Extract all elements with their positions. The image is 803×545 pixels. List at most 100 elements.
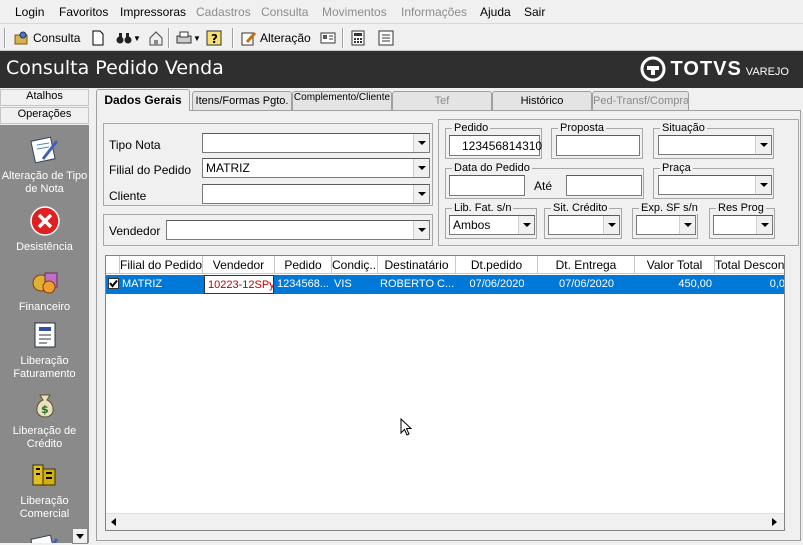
cliente-select[interactable] <box>202 184 430 204</box>
tipo-nota-select[interactable] <box>202 133 430 153</box>
pedido-input[interactable]: 123456814310 <box>449 135 542 156</box>
res-prog-group: Res Prog <box>709 202 775 239</box>
toolbar: Consulta ▼ ▼ ? Alteração <box>0 25 803 51</box>
operacoes-header[interactable]: Operações <box>0 107 89 124</box>
toolbar-separator <box>232 28 234 48</box>
binoculars-icon <box>116 30 132 46</box>
orders-grid: Filial do Pedido Vendedor Pedido Condiç.… <box>105 255 785 531</box>
consulta-label: Consulta <box>33 31 81 45</box>
chevron-down-icon[interactable] <box>413 134 429 152</box>
menu-cadastros[interactable]: Cadastros <box>196 5 251 19</box>
money-bag-icon: $ <box>29 389 61 421</box>
list-button[interactable] <box>378 28 394 48</box>
sidebar-item-liberacao-faturamento[interactable]: Liberação Faturamento <box>0 319 89 389</box>
tab-itens-formas-pgto[interactable]: Itens/Formas Pgto. <box>192 91 292 111</box>
chevron-down-icon[interactable] <box>413 185 429 203</box>
sidebar-scroll-down-button[interactable] <box>72 528 88 544</box>
chevron-down-icon[interactable] <box>413 159 429 177</box>
new-document-button[interactable] <box>90 28 106 48</box>
lib-fat-select[interactable]: Ambos <box>449 215 535 235</box>
menu-bar: Login Favoritos Impressoras Cadastros Co… <box>0 0 803 24</box>
cancel-icon <box>29 205 61 237</box>
chevron-down-icon[interactable] <box>756 216 772 234</box>
res-prog-select[interactable] <box>713 215 773 235</box>
chevron-down-icon[interactable] <box>518 216 534 234</box>
help-button[interactable]: ? <box>206 28 222 48</box>
search-button[interactable]: ▼ <box>116 28 141 48</box>
tab-historico[interactable]: Histórico <box>492 91 592 111</box>
print-button[interactable]: ▼ <box>176 28 201 48</box>
grid-header-total-desconto[interactable]: Total Desconto <box>715 256 784 274</box>
res-prog-label: Res Prog <box>716 202 766 214</box>
grid-header-destinatario[interactable]: Destinatário <box>378 256 456 274</box>
proposta-group: Proposta <box>551 122 643 159</box>
data-pedido-input[interactable] <box>449 175 525 196</box>
table-row[interactable]: MATRIZ 10223-12SPy 1234568... VIS ROBERT… <box>106 275 784 294</box>
grid-header-condicao[interactable]: Condiç... <box>332 256 378 274</box>
exp-sf-select[interactable] <box>636 215 696 235</box>
card-button[interactable] <box>320 28 336 48</box>
scroll-left-button[interactable] <box>108 516 121 529</box>
praca-label: Praça <box>660 162 693 174</box>
page-title: Consulta Pedido Venda <box>6 57 224 79</box>
sidebar-item-desistencia[interactable]: Desistência <box>0 203 89 259</box>
calculator-button[interactable] <box>350 28 366 48</box>
grid-header-indicator <box>106 256 120 274</box>
chevron-down-icon[interactable] <box>679 216 695 234</box>
menu-impressoras[interactable]: Impressoras <box>120 5 186 19</box>
chevron-down-icon[interactable] <box>413 221 429 239</box>
menu-movimentos[interactable]: Movimentos <box>322 5 387 19</box>
chevron-right-icon <box>772 518 777 526</box>
grid-header-valor-total[interactable]: Valor Total <box>635 256 715 274</box>
menu-login[interactable]: Login <box>15 5 44 19</box>
tab-tef[interactable]: Tef <box>392 91 492 111</box>
proposta-input[interactable] <box>556 135 640 156</box>
vendedor-group: Vendedor <box>103 214 433 246</box>
sidebar-item-alteracao-tipo-nota[interactable]: Alteração de Tipo de Nota <box>0 129 89 195</box>
consulta-button[interactable]: Consulta <box>14 28 80 48</box>
grid-header-vendedor[interactable]: Vendedor <box>203 256 275 274</box>
sidebar-item-label: Financeiro <box>18 301 71 313</box>
chevron-down-icon[interactable] <box>755 136 771 154</box>
scroll-right-button[interactable] <box>768 516 781 529</box>
grid-horizontal-scrollbar[interactable] <box>106 513 784 530</box>
menu-ajuda[interactable]: Ajuda <box>480 5 511 19</box>
alteracao-button[interactable]: Alteração <box>241 28 311 48</box>
grid-header-dt-entrega[interactable]: Dt. Entrega <box>538 256 635 274</box>
sidebar-item-liberacao-comercial[interactable]: Liberação Comercial <box>0 459 89 529</box>
menu-sair[interactable]: Sair <box>524 5 545 19</box>
sidebar-item-liberacao-credito[interactable]: $ Liberação de Crédito <box>0 389 89 459</box>
sit-credito-select[interactable] <box>548 215 620 235</box>
vendedor-select[interactable] <box>166 220 430 240</box>
tab-complemento-cliente[interactable]: Complemento/Cliente <box>292 91 392 111</box>
exp-sf-label: Exp. SF s/n <box>639 202 700 214</box>
tab-ped-transf-compra[interactable]: Ped-Transf/Compra <box>592 91 689 111</box>
tab-dados-gerais[interactable]: Dados Gerais <box>96 89 190 111</box>
ate-input[interactable] <box>566 175 642 196</box>
sidebar-item-financeiro[interactable]: Financeiro <box>0 263 89 319</box>
menu-informacoes[interactable]: Informações <box>401 5 467 19</box>
filial-select[interactable]: MATRIZ <box>202 158 430 178</box>
grid-header-filial[interactable]: Filial do Pedido <box>120 256 203 274</box>
menu-favoritos[interactable]: Favoritos <box>59 5 108 19</box>
lib-fat-group: Lib. Fat. s/n Ambos <box>445 202 537 239</box>
praca-select[interactable] <box>658 175 772 195</box>
cell-vendedor[interactable]: 10223-12SPy <box>204 275 274 294</box>
svg-text:$: $ <box>41 403 49 416</box>
atalhos-header[interactable]: Atalhos <box>0 89 89 106</box>
exp-sf-group: Exp. SF s/n <box>632 202 700 239</box>
grid-header-pedido[interactable]: Pedido <box>275 256 332 274</box>
grid-header-dt-pedido[interactable]: Dt.pedido <box>456 256 538 274</box>
filter-group-main: Tipo Nota Filial do Pedido MATRIZ Client… <box>103 123 433 206</box>
praca-group: Praça <box>653 162 774 199</box>
chevron-down-icon[interactable] <box>603 216 619 234</box>
chevron-down-icon[interactable] <box>755 176 771 194</box>
situacao-select[interactable] <box>658 135 772 155</box>
home-icon <box>148 30 164 46</box>
home-button[interactable] <box>148 28 164 48</box>
sidebar: Atalhos Operações Alteração de Tipo de N… <box>0 89 91 545</box>
row-checkbox[interactable] <box>108 278 119 289</box>
menu-consulta[interactable]: Consulta <box>261 5 308 19</box>
filial-label: Filial do Pedido <box>109 163 192 177</box>
dados-gerais-panel: Tipo Nota Filial do Pedido MATRIZ Client… <box>96 110 801 541</box>
